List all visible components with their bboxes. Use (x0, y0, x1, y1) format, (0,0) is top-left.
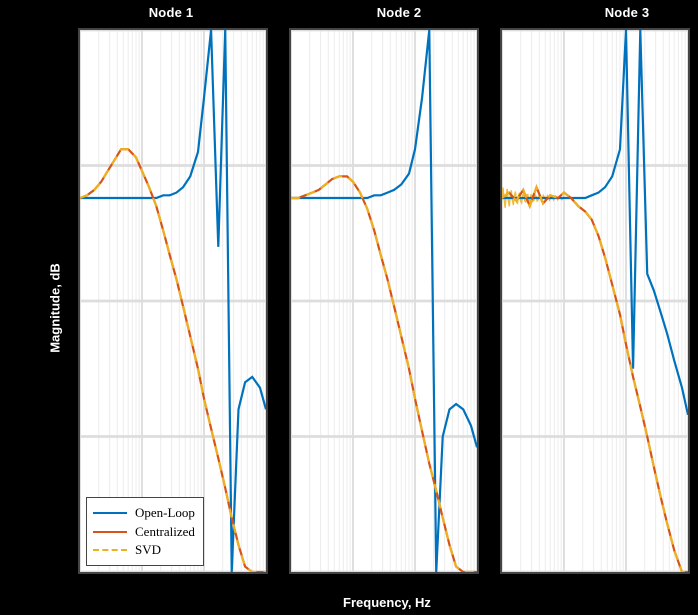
grid-major-h (291, 30, 477, 572)
series-centralized (291, 176, 477, 572)
legend-label: Centralized (135, 523, 195, 541)
grid-major-h (80, 30, 266, 572)
legend-swatch-open (93, 512, 127, 514)
panel-node-1: Open-Loop Centralized SVD (78, 28, 268, 574)
panel-titles: Node 1 Node 2 Node 3 (78, 6, 698, 20)
series-svd (291, 176, 477, 572)
plot-svg (291, 30, 477, 572)
series-svd (502, 187, 688, 572)
title-node-2: Node 2 (306, 6, 492, 20)
legend-label: SVD (135, 541, 161, 559)
legend-swatch-svd (93, 549, 127, 551)
legend-item-centralized: Centralized (93, 523, 195, 541)
series-centralized (502, 187, 688, 572)
figure: Node 1 Node 2 Node 3 Magnitude, dB Frequ… (0, 0, 698, 615)
plot-svg (502, 30, 688, 572)
legend-label: Open-Loop (135, 504, 195, 522)
legend-item-open: Open-Loop (93, 504, 195, 522)
y-axis-label: Magnitude, dB (48, 263, 61, 353)
legend-swatch-centralized (93, 531, 127, 533)
plot-svg (80, 30, 266, 572)
panel-row: Open-Loop Centralized SVD (78, 28, 690, 574)
x-axis-label: Frequency, Hz (78, 596, 696, 609)
title-node-3: Node 3 (534, 6, 698, 20)
legend-item-svd: SVD (93, 541, 195, 559)
series-open-loop (502, 30, 688, 415)
legend: Open-Loop Centralized SVD (86, 497, 204, 566)
panel-node-3 (500, 28, 690, 574)
title-node-1: Node 1 (78, 6, 264, 20)
panel-node-2 (289, 28, 479, 574)
